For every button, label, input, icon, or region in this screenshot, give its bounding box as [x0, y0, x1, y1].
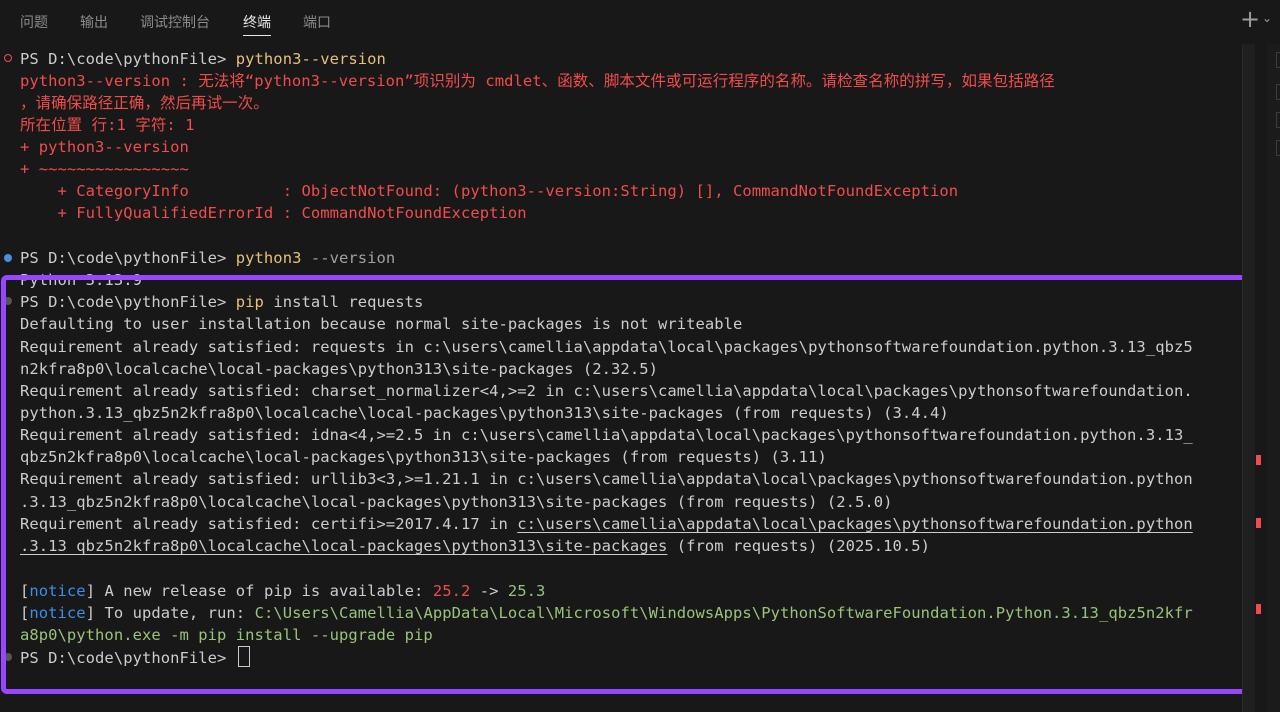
path-link[interactable]: .3.13_qbz5n2kfra8p0\localcache\local-pac…	[20, 537, 667, 555]
scrollbar-error-mark	[1256, 455, 1261, 465]
output-line: Requirement already satisfied: requests …	[20, 338, 1193, 356]
output-line: qbz5n2kfra8p0\localcache\local-packages\…	[20, 448, 827, 466]
prompt-line-1: PS D:\code\pythonFile> python3--version	[20, 48, 386, 70]
text-cursor	[237, 646, 250, 667]
argument: install requests	[263, 293, 424, 311]
terminal-list-item[interactable]	[1276, 52, 1280, 68]
command: python3--version	[235, 50, 386, 68]
notice-tag: notice	[29, 582, 86, 600]
tab-terminal[interactable]: 终端	[243, 12, 271, 36]
error-line: 所在位置 行:1 字符: 1	[20, 116, 195, 134]
bracket: [	[20, 604, 30, 622]
error-line: + python3--version	[20, 138, 189, 156]
tab-debug-console[interactable]: 调试控制台	[140, 12, 210, 32]
prompt: PS D:\code\pythonFile>	[20, 50, 236, 68]
update-command[interactable]: C:\Users\Camellia\AppData\Local\Microsof…	[255, 604, 1193, 622]
error-status-icon[interactable]	[4, 54, 12, 62]
prompt: PS D:\code\pythonFile>	[20, 249, 236, 267]
chevron-down-icon[interactable]: ⌄	[1262, 11, 1272, 25]
error-line: + FullyQualifiedErrorId : CommandNotFoun…	[20, 204, 527, 222]
old-version: 25.2	[432, 582, 471, 600]
plus-icon[interactable]: +	[1240, 7, 1260, 31]
idle-status-icon[interactable]	[4, 653, 12, 661]
new-version: 25.3	[507, 582, 546, 600]
scrollbar-error-mark	[1256, 518, 1261, 528]
terminal-list-item[interactable]	[1276, 140, 1280, 156]
terminal-list-item[interactable]	[1276, 84, 1280, 100]
bracket: [	[20, 582, 30, 600]
error-line: + ~~~~~~~~~~~~~~~~	[20, 160, 189, 178]
bracket: ]	[85, 604, 96, 622]
notice-line: [notice] A new release of pip is availab…	[20, 580, 545, 602]
output-line: .3.13_qbz5n2kfra8p0\localcache\local-pac…	[20, 493, 893, 511]
tab-ports[interactable]: 端口	[303, 12, 331, 32]
prompt-line-3: PS D:\code\pythonFile> pip install reque…	[20, 291, 423, 313]
output-line: Requirement already satisfied: urllib3<3…	[20, 470, 1193, 488]
output-line: python.3.13_qbz5n2kfra8p0\localcache\loc…	[20, 404, 949, 422]
scrollbar-error-mark	[1256, 604, 1261, 614]
output-line: Python 3.13.9	[20, 271, 142, 289]
arrow: ->	[470, 582, 508, 600]
notice-text: To update, run:	[95, 604, 255, 622]
tab-output[interactable]: 输出	[80, 12, 108, 32]
bracket: ]	[85, 582, 96, 600]
error-line: + CategoryInfo : ObjectNotFound: (python…	[20, 182, 959, 200]
error-line: ，请确保路径正确，然后再试一次。	[20, 94, 269, 112]
tab-problems[interactable]: 问题	[20, 12, 48, 32]
output-line: n2kfra8p0\localcache\local-packages\pyth…	[20, 360, 658, 378]
output-line: .3.13_qbz5n2kfra8p0\localcache\local-pac…	[20, 535, 930, 557]
terminal-list-item[interactable]	[1276, 112, 1280, 128]
path-link[interactable]: c:\users\camellia\appdata\local\packages…	[517, 515, 1193, 533]
output-text: (from requests) (2025.10.5)	[667, 537, 931, 555]
prompt-line-2: PS D:\code\pythonFile> python3 --version	[20, 247, 395, 269]
output-line: Defaulting to user installation because …	[20, 315, 743, 333]
notice-tag: notice	[29, 604, 86, 622]
terminal-scrollbar[interactable]	[1242, 44, 1255, 712]
output-text: Requirement already satisfied: certifi>=…	[20, 515, 518, 533]
command: pip	[235, 293, 264, 311]
notice-line: [notice] To update, run: C:\Users\Camell…	[20, 602, 1193, 624]
argument: --version	[301, 249, 396, 267]
error-line: python3--version : 无法将“python3--version”…	[20, 72, 1055, 90]
success-status-icon[interactable]	[4, 254, 12, 262]
notice-text: A new release of pip is available:	[95, 582, 433, 600]
prompt: PS D:\code\pythonFile>	[20, 649, 236, 667]
output-line: Requirement already satisfied: charset_n…	[20, 382, 1193, 400]
prompt: PS D:\code\pythonFile>	[20, 293, 236, 311]
output-line: Requirement already satisfied: certifi>=…	[20, 513, 1193, 535]
output-line: Requirement already satisfied: idna<4,>=…	[20, 426, 1193, 444]
panel-tabs: 问题 输出 调试控制台 终端 端口 + ⌄	[0, 0, 1280, 42]
command: python3	[235, 249, 302, 267]
input-prompt-line[interactable]: PS D:\code\pythonFile>	[20, 646, 250, 668]
idle-status-icon[interactable]	[4, 297, 12, 305]
update-command-continued[interactable]: a8p0\python.exe -m pip install --upgrade…	[20, 624, 433, 646]
